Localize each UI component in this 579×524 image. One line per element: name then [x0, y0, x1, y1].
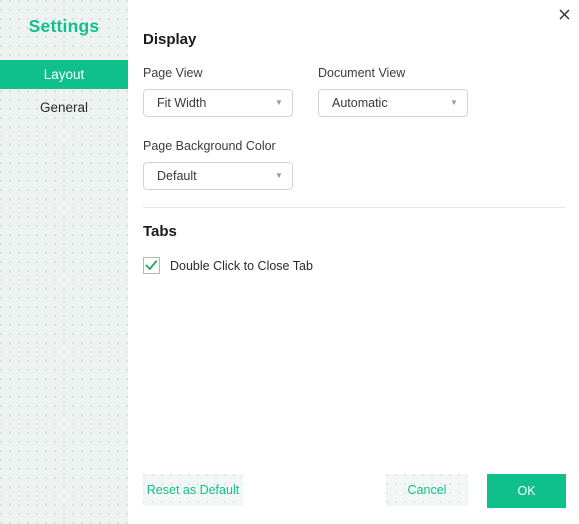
check-icon — [145, 260, 158, 270]
ok-button[interactable]: OK — [487, 474, 566, 508]
label-page-view: Page View — [143, 66, 203, 80]
checkbox-double-click-to-close-tab[interactable]: Double Click to Close Tab — [143, 257, 313, 274]
checkbox-label: Double Click to Close Tab — [170, 258, 313, 273]
select-document-view[interactable]: Automatic ▼ — [318, 89, 468, 117]
chevron-down-icon: ▼ — [450, 98, 458, 107]
label-page-background-color: Page Background Color — [143, 139, 276, 153]
select-page-background-color[interactable]: Default ▼ — [143, 162, 293, 190]
chevron-down-icon: ▼ — [275, 98, 283, 107]
section-divider — [143, 207, 565, 208]
chevron-down-icon: ▼ — [275, 171, 283, 180]
checkbox-box[interactable] — [143, 257, 160, 274]
close-button[interactable] — [553, 3, 575, 25]
cancel-button[interactable]: Cancel — [386, 474, 468, 506]
settings-dialog: Settings Layout General Display Page Vie… — [0, 0, 579, 524]
select-page-view-value: Fit Width — [157, 96, 207, 110]
reset-as-default-label: Reset as Default — [146, 483, 240, 497]
sidebar-item-layout[interactable]: Layout — [0, 60, 128, 89]
main-content: Display Page View Fit Width ▼ Document V… — [128, 0, 579, 524]
sidebar-item-label: Layout — [43, 67, 85, 82]
reset-as-default-button[interactable]: Reset as Default — [143, 474, 243, 506]
select-page-background-color-value: Default — [157, 169, 197, 183]
section-title-display: Display — [143, 31, 197, 48]
select-document-view-value: Automatic — [332, 96, 388, 110]
ok-label: OK — [517, 484, 536, 498]
section-title-tabs: Tabs — [143, 223, 177, 240]
select-page-view[interactable]: Fit Width ▼ — [143, 89, 293, 117]
dialog-footer: Reset as Default Cancel OK — [128, 468, 579, 524]
sidebar: Settings Layout General — [0, 0, 128, 524]
cancel-label: Cancel — [407, 483, 447, 497]
label-document-view: Document View — [318, 66, 406, 80]
close-icon — [559, 9, 569, 19]
sidebar-title: Settings — [28, 16, 100, 36]
sidebar-item-label: General — [39, 100, 89, 115]
sidebar-item-general[interactable]: General — [0, 93, 128, 122]
